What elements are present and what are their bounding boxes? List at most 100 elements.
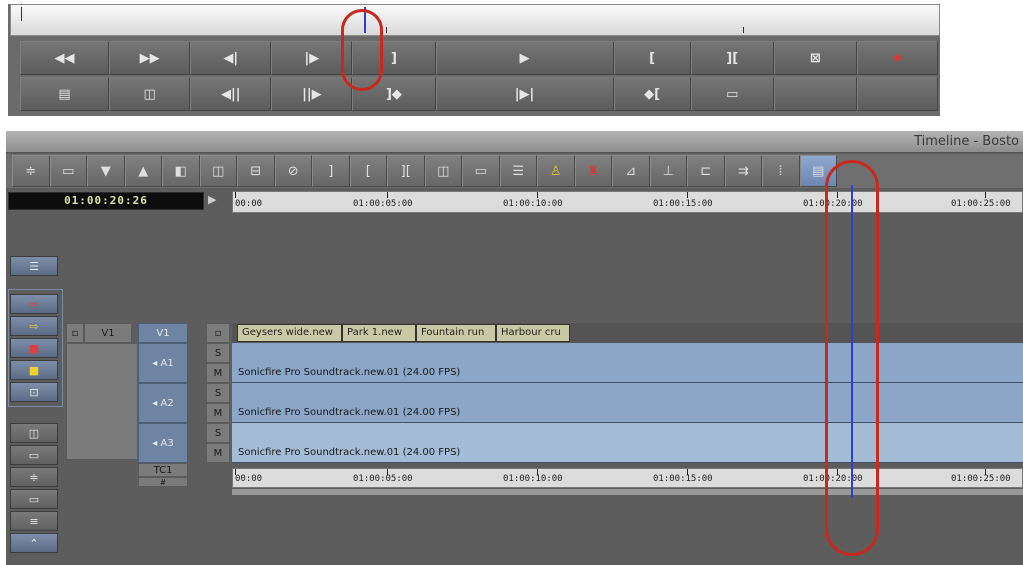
timecode-track-tc1[interactable]: TC1 xyxy=(138,463,188,477)
record-track-a1[interactable]: ◂ A1 xyxy=(138,343,188,383)
a3-track[interactable]: Sonicfire Pro Soundtrack.new.01 (24.00 F… xyxy=(232,423,1023,463)
tool-video-quality-button[interactable]: ◧ xyxy=(162,155,200,187)
focus-icon: ⵂ xyxy=(778,163,783,179)
tool-overwrite-button[interactable]: ▲ xyxy=(124,155,162,187)
view-b-button[interactable]: ▭ xyxy=(10,445,58,465)
step-back-button[interactable]: ◀| xyxy=(190,41,272,75)
overwrite-icon: ▲ xyxy=(138,163,149,179)
video-clip[interactable]: Geysers wide.new xyxy=(237,324,342,342)
tool-lift-overwrite-button[interactable]: ♙ xyxy=(537,155,575,187)
ruler-label: 01:00:05:00 xyxy=(353,199,413,209)
ruler-tick xyxy=(387,192,388,198)
timecode-display[interactable]: 01:00:20:26 xyxy=(8,192,204,210)
v1-patch-toggle[interactable]: ▫ xyxy=(66,323,84,343)
speaker-icon: ◂ xyxy=(152,397,161,409)
record-button[interactable]: ● xyxy=(856,41,939,75)
source-track-v1[interactable]: V1 xyxy=(84,323,132,343)
a3-solo-button[interactable]: S xyxy=(206,423,230,443)
tool-splice-button[interactable]: ▼ xyxy=(87,155,125,187)
timeline-scrollbar[interactable] xyxy=(232,489,1023,495)
mark-out-icon: ] xyxy=(328,163,334,179)
timeline-titlebar[interactable]: Timeline - Bosto xyxy=(6,131,1023,153)
tool-mark-in-button[interactable]: [ xyxy=(349,155,387,187)
a2-track[interactable]: Sonicfire Pro Soundtrack.new.01 (24.00 F… xyxy=(232,383,1023,423)
audio-clip-a2[interactable]: Sonicfire Pro Soundtrack.new.01 (24.00 F… xyxy=(238,407,460,418)
transport-row-2: ▤ ◫ ◀|| ||▶]◆ |▶| ◆[▭ xyxy=(20,77,939,111)
go-to-next-edit-button[interactable]: ||▶ xyxy=(271,77,353,111)
red-segment-button[interactable]: ■ xyxy=(10,338,58,358)
yellow-segment-button[interactable]: ■ xyxy=(10,360,58,380)
go-to-prev-edit-button[interactable]: ◀|| xyxy=(190,77,272,111)
play-loop-button[interactable]: ◫ xyxy=(109,77,191,111)
ruler-label: 00:00 xyxy=(235,474,263,484)
play-in-to-out-button[interactable]: |▶| xyxy=(435,77,614,111)
a3-mute-button[interactable]: M xyxy=(206,443,230,463)
a1-mute-button[interactable]: M xyxy=(206,363,230,383)
position-bar[interactable] xyxy=(10,4,940,36)
find-frame-button[interactable]: ▭ xyxy=(690,77,774,111)
record-track-v1[interactable]: V1 xyxy=(138,323,188,343)
audio-clip-a3[interactable]: Sonicfire Pro Soundtrack.new.01 (24.00 F… xyxy=(238,447,460,458)
source-tracks-empty xyxy=(66,343,138,460)
tool-trim-b-button[interactable]: ⊥ xyxy=(649,155,687,187)
tool-mark-clip-button[interactable]: ][ xyxy=(387,155,425,187)
zoom-button[interactable]: ⌃ xyxy=(10,533,58,553)
fast-forward-button[interactable]: ▶▶ xyxy=(109,41,191,75)
blank-button-2[interactable] xyxy=(856,77,939,111)
trim-mode-button[interactable]: ⊡ xyxy=(10,382,58,402)
clear-marks-icon: ◫ xyxy=(437,163,450,179)
tool-extract-button[interactable]: ⊟ xyxy=(237,155,275,187)
record-track-a3[interactable]: ◂ A3 xyxy=(138,423,188,463)
go-to-in-button[interactable]: ◆[ xyxy=(613,77,691,111)
tool-focus-button[interactable]: ⵂ xyxy=(762,155,800,187)
zoom-icon: ⌃ xyxy=(29,536,39,550)
view-c-button[interactable]: ≑ xyxy=(10,467,58,487)
bin-icon: ▭ xyxy=(62,163,75,179)
transport-row-1: ◀◀ ▶▶ ◀| |▶] ▶ [][⊠ ● xyxy=(20,41,939,75)
audio-clip-a1[interactable]: Sonicfire Pro Soundtrack.new.01 (24.00 F… xyxy=(238,367,460,378)
video-clip[interactable]: Fountain run xyxy=(416,324,496,342)
fast-forward-icon: ▶▶ xyxy=(139,50,160,66)
rewind-icon: ◀◀ xyxy=(54,50,75,66)
red-arrow-button[interactable]: ⇨ xyxy=(10,294,58,314)
tool-settings-button[interactable]: ≑ xyxy=(12,155,50,187)
tool-lift-button[interactable]: ◫ xyxy=(199,155,237,187)
play-button[interactable]: ▶ xyxy=(435,41,614,75)
track-menu-button[interactable]: ☰ xyxy=(10,256,58,276)
tool-clear-marks-button[interactable]: ◫ xyxy=(424,155,462,187)
tool-trim-a-button[interactable]: ⊿ xyxy=(612,155,650,187)
tool-extract-splice-button[interactable]: ♜ xyxy=(574,155,612,187)
a1-track[interactable]: Sonicfire Pro Soundtrack.new.01 (24.00 F… xyxy=(232,343,1023,383)
rewind-button[interactable]: ◀◀ xyxy=(20,41,110,75)
video-clip[interactable]: Park 1.new xyxy=(342,324,416,342)
mark-in-icon: [ xyxy=(365,163,371,179)
tool-match-frame-button[interactable]: ⊘ xyxy=(274,155,312,187)
timecode-ruler-top[interactable]: 00:00 01:00:05:00 01:00:10:00 01:00:15:00 01… xyxy=(232,191,1023,213)
tool-trim-c-button[interactable]: ⊏ xyxy=(687,155,725,187)
tool-sync-button[interactable]: ☰ xyxy=(499,155,537,187)
mark-clip-button[interactable]: ][ xyxy=(690,41,774,75)
timecode-menu-arrow-icon[interactable]: ▶ xyxy=(208,193,216,206)
view-d-button[interactable]: ▭ xyxy=(10,489,58,509)
record-track-a2[interactable]: ◂ A2 xyxy=(138,383,188,423)
timecode-ruler-bottom[interactable]: 00:00 01:00:05:00 01:00:10:00 01:00:15:00 01… xyxy=(232,468,1023,488)
a2-solo-button[interactable]: S xyxy=(206,383,230,403)
sliders-icon: ≑ xyxy=(29,470,39,484)
tool-mark-out-button[interactable]: ] xyxy=(312,155,350,187)
mark-in-button[interactable]: [ xyxy=(613,41,691,75)
toggle-source-record-button[interactable]: ▤ xyxy=(20,77,110,111)
edge-code-track[interactable]: # xyxy=(138,477,188,487)
tool-add-edit-button[interactable]: ⇉ xyxy=(724,155,762,187)
view-e-button[interactable]: ≡ xyxy=(10,511,58,531)
a2-mute-button[interactable]: M xyxy=(206,403,230,423)
tool-bin-button[interactable]: ▭ xyxy=(49,155,87,187)
view-a-button[interactable]: ◫ xyxy=(10,423,58,443)
tool-segment-button[interactable]: ▭ xyxy=(462,155,500,187)
blank-button-1[interactable] xyxy=(773,77,857,111)
v1-monitor-toggle[interactable]: ▫ xyxy=(206,323,230,343)
video-clip[interactable]: Harbour cru xyxy=(496,324,570,342)
clear-marks-button[interactable]: ⊠ xyxy=(773,41,857,75)
yellow-arrow-button[interactable]: ⇨ xyxy=(10,316,58,336)
speaker-icon: ◂ xyxy=(152,357,161,369)
a1-solo-button[interactable]: S xyxy=(206,343,230,363)
